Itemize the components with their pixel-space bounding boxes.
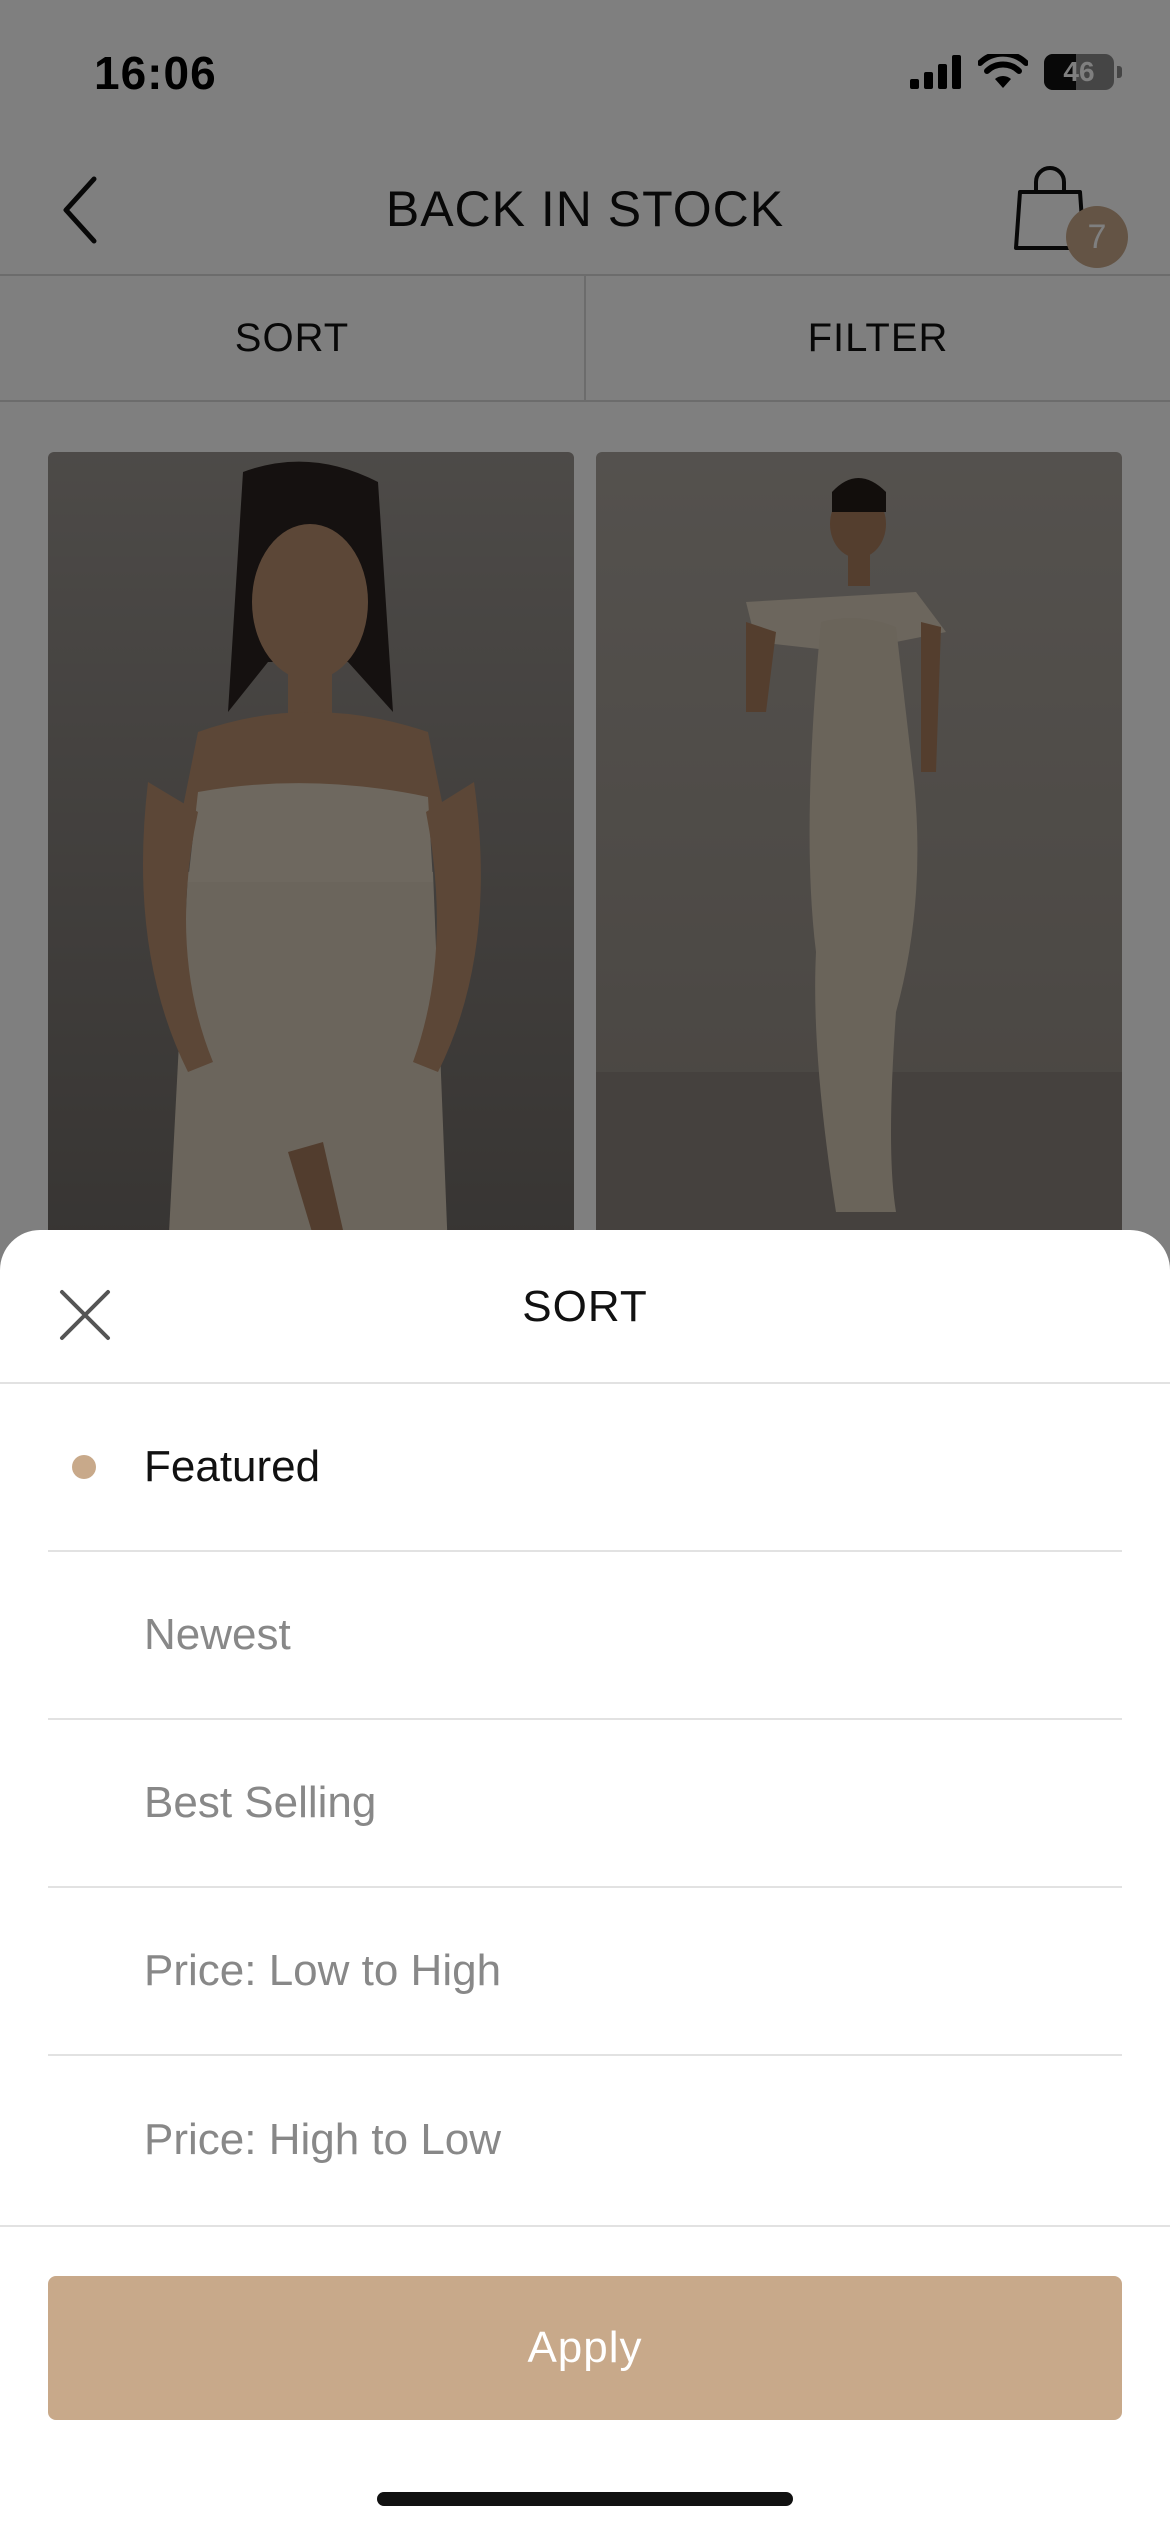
sort-sheet-header: SORT — [0, 1230, 1170, 1384]
sort-option-label: Newest — [144, 1610, 291, 1659]
home-indicator — [377, 2492, 793, 2506]
sort-option-newest[interactable]: Newest — [48, 1552, 1122, 1720]
sort-option-featured[interactable]: Featured — [48, 1384, 1122, 1552]
sort-sheet-title: SORT — [522, 1282, 648, 1331]
selected-indicator-icon — [72, 1455, 96, 1479]
sort-option-label: Price: High to Low — [144, 2115, 502, 2164]
sort-option-price-high-low[interactable]: Price: High to Low — [48, 2056, 1122, 2224]
sort-option-label: Price: Low to High — [144, 1946, 502, 1995]
sort-sheet: SORT Featured Newest Best Selling Price:… — [0, 1230, 1170, 2532]
sort-option-best-selling[interactable]: Best Selling — [48, 1720, 1122, 1888]
apply-button[interactable]: Apply — [48, 2276, 1122, 2420]
sort-options-list: Featured Newest Best Selling Price: Low … — [48, 1384, 1122, 2224]
sort-option-label: Featured — [144, 1442, 321, 1491]
divider — [0, 2225, 1170, 2227]
sort-option-label: Best Selling — [144, 1778, 377, 1827]
sort-option-price-low-high[interactable]: Price: Low to High — [48, 1888, 1122, 2056]
